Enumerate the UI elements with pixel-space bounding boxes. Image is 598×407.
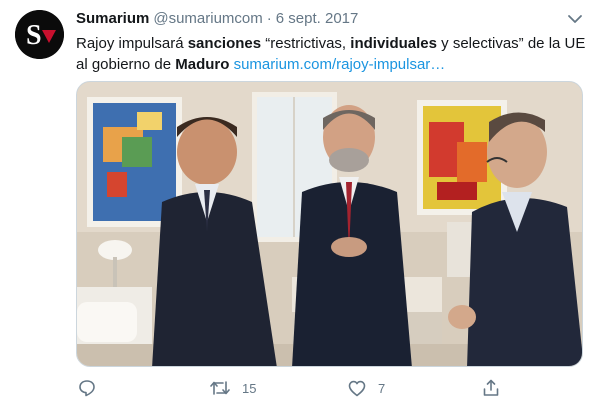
retweet-icon [210, 381, 230, 395]
text-bold-sanciones: sanciones [187, 35, 262, 52]
chevron-down-icon[interactable] [566, 12, 584, 26]
text-part: “restrictivas, [261, 35, 351, 52]
avatar[interactable]: S [15, 10, 64, 59]
author-handle[interactable]: @sumariumcom [153, 10, 262, 27]
tweet-photo[interactable] [76, 81, 583, 367]
photo-illustration [77, 82, 582, 366]
tweet-date[interactable]: 6 sept. 2017 [276, 10, 359, 27]
tweet-header: Sumarium @sumariumcom · 6 sept. 2017 [76, 10, 358, 30]
share-button[interactable] [482, 376, 500, 400]
retweet-count: 15 [242, 380, 257, 396]
author-name[interactable]: Sumarium [76, 10, 149, 27]
separator-dot: · [266, 10, 272, 27]
tweet-card[interactable]: S Sumarium @sumariumcom · 6 sept. 2017 R… [0, 0, 598, 407]
like-count: 7 [378, 380, 386, 396]
like-button[interactable]: 7 [348, 376, 385, 400]
tweet-link[interactable]: sumarium.com/rajoy-impulsar… [234, 56, 446, 73]
share-icon [483, 379, 499, 396]
text-part: Rajoy impulsará [76, 35, 188, 52]
retweet-button[interactable]: 15 [210, 376, 256, 400]
text-bold-individuales: individuales [350, 35, 437, 52]
tweet-actions: 15 7 [76, 376, 586, 402]
text-bold-maduro: Maduro [175, 56, 230, 73]
heart-icon [348, 380, 366, 396]
reply-icon [79, 380, 95, 397]
reply-button[interactable] [78, 376, 108, 400]
sumarium-logo-icon: S [15, 10, 64, 59]
tweet-text: Rajoy impulsará sanciones “restrictivas,… [76, 33, 586, 75]
svg-text:S: S [26, 20, 42, 51]
